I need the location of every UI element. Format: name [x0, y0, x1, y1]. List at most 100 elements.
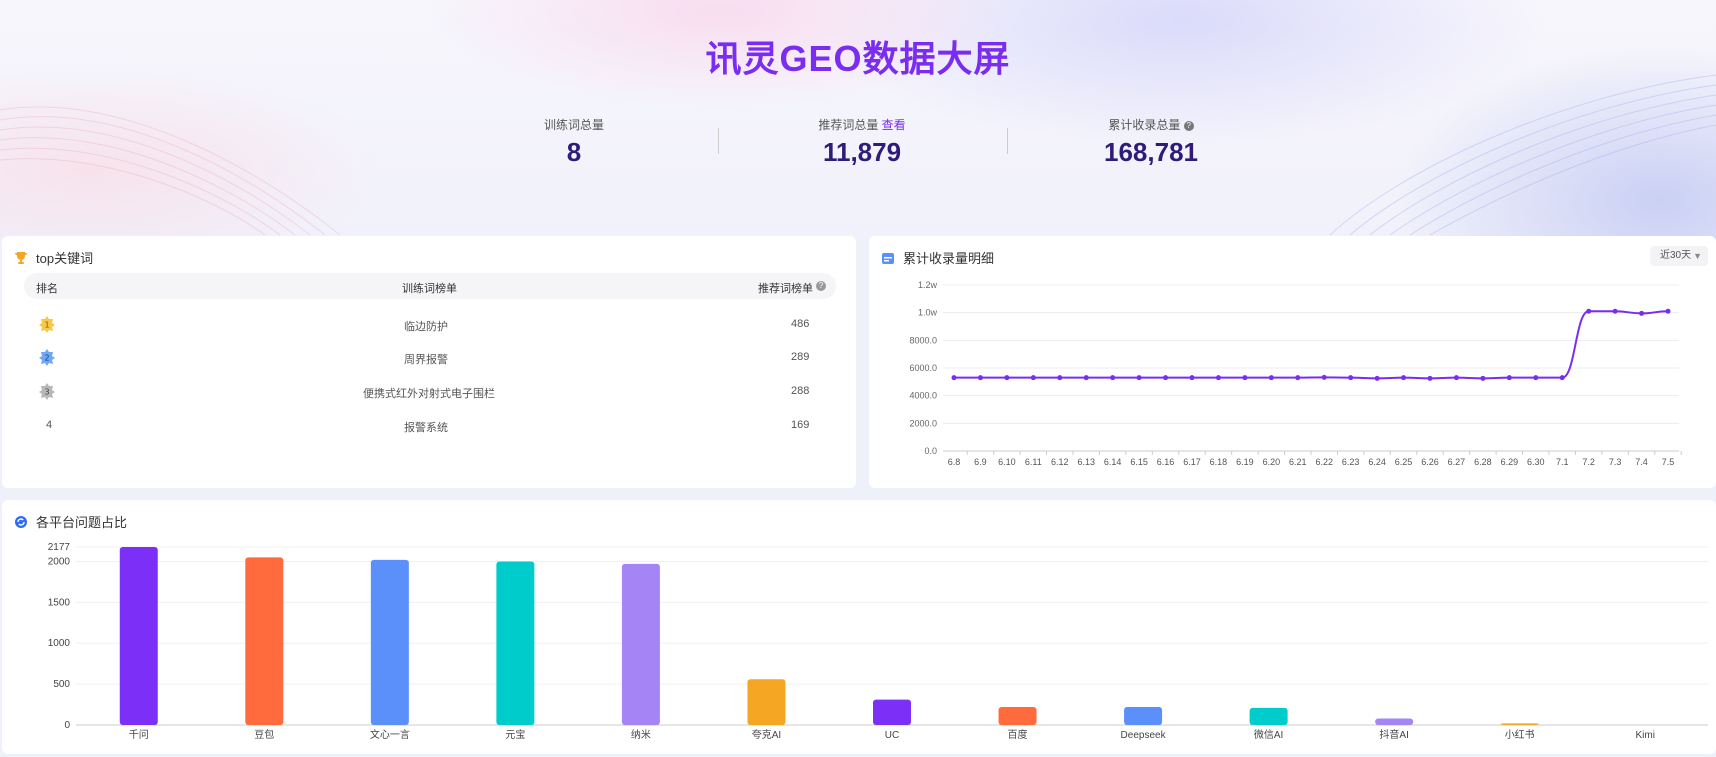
data-point — [1189, 375, 1195, 381]
data-point — [1321, 374, 1327, 380]
x-tick-label: 6.12 — [1051, 457, 1069, 467]
stat-value: 168,781 — [1104, 137, 1198, 167]
stat-divider — [718, 128, 719, 154]
bar — [873, 699, 911, 725]
bronze-medal-icon: 3 — [39, 383, 55, 400]
x-tick-label: 6.13 — [1077, 457, 1095, 467]
keyword: 临边防护 — [404, 321, 448, 333]
line-chart: 0.0 2000.0 4000.0 6000.0 8000.0 1.0w 1.2w 6.8 6.… — [909, 280, 1682, 467]
x-tick-label: 6.23 — [1342, 457, 1360, 467]
bar — [1375, 718, 1414, 725]
silver-medal-icon: 2 — [39, 349, 55, 366]
data-point — [1480, 375, 1486, 381]
x-tick-label: 6.30 — [1527, 457, 1545, 467]
top-keywords-card: top关键词 排名 训练词榜单 推荐词榜单 ? 1 临边防护 486 2 周界报… — [2, 236, 856, 488]
x-tick-label: 6.21 — [1289, 457, 1307, 467]
y-tick-label: 1500 — [48, 597, 71, 608]
col-train: 训练词榜单 — [402, 283, 457, 295]
data-point — [1374, 375, 1380, 381]
help-icon[interactable]: ? — [1183, 120, 1194, 131]
x-tick-label: 6.18 — [1210, 457, 1228, 467]
data-point — [1057, 375, 1063, 381]
data-point — [1030, 375, 1036, 381]
stat-training-words: 训练词总量 8 — [464, 117, 684, 168]
help-icon[interactable]: ? — [816, 281, 826, 291]
hero-banner: 讯灵GEO数据大屏 训练词总量 8 推荐词总量 查看 11,879 累计收录总量… — [0, 0, 1716, 240]
stat-recommend-words: 推荐词总量 查看 11,879 — [752, 117, 972, 168]
stat-label: 累计收录总量 — [1108, 118, 1181, 132]
bar — [496, 561, 535, 725]
y-tick-label: 8000.0 — [909, 335, 937, 345]
trophy-icon — [15, 251, 27, 264]
bar-chart: 0 500 1000 1500 2000 2177 千问 豆包 文心一言 元宝 纳米 夸克AI UC 百度… — [48, 542, 1708, 741]
stat-label: 训练词总量 — [543, 118, 604, 132]
x-tick-label: 7.3 — [1609, 457, 1622, 467]
x-tick-label: 微信AI — [1254, 728, 1283, 741]
view-link[interactable]: 查看 — [882, 118, 906, 132]
x-tick-label: 豆包 — [254, 728, 274, 741]
bar — [747, 679, 786, 725]
table-row: 2 周界报警 289 — [24, 346, 836, 370]
table-row: 4 报警系统 169 — [24, 414, 836, 438]
x-tick-label: 夸克AI — [752, 728, 781, 741]
y-tick-label: 0 — [64, 720, 70, 731]
bar — [1249, 707, 1288, 725]
x-tick-label: 6.24 — [1368, 457, 1386, 467]
data-point — [1083, 375, 1089, 381]
trend-card: 累计收录量明细 近30天 ▼ 0.0 2000.0 4000.0 6000.0 8000… — [869, 236, 1716, 488]
data-point — [1401, 375, 1407, 381]
data-point — [1295, 375, 1301, 381]
data-point — [977, 375, 983, 381]
keyword: 报警系统 — [404, 422, 448, 434]
data-point — [1215, 375, 1221, 381]
gold-medal-icon: 1 — [39, 316, 55, 333]
bar — [1500, 723, 1539, 725]
platform-card: 各平台问题占比 0 500 1000 1500 2000 2177 千问 豆包 文心一言 元宝 纳米… — [2, 500, 1716, 754]
x-tick-label: 6.20 — [1263, 457, 1281, 467]
data-point — [1533, 375, 1539, 381]
x-tick-label: 元宝 — [505, 728, 525, 741]
bar — [119, 547, 158, 725]
data-point — [1453, 375, 1459, 381]
x-tick-label: 6.22 — [1315, 457, 1333, 467]
x-tick-label: 小红书 — [1505, 728, 1535, 741]
keyword-count: 288 — [791, 385, 810, 397]
table-header: 排名 训练词榜单 推荐词榜单 ? — [24, 273, 836, 299]
data-point — [1586, 308, 1592, 314]
card-title: top关键词 — [36, 251, 94, 266]
y-tick-label: 2177 — [48, 542, 71, 553]
y-tick-label: 500 — [53, 679, 70, 690]
keyword: 周界报警 — [404, 354, 448, 366]
x-tick-label: 纳米 — [631, 728, 651, 741]
y-tick-label: 2000.0 — [909, 418, 937, 428]
data-point — [1110, 375, 1116, 381]
bar — [621, 563, 660, 725]
keyword-count: 169 — [791, 419, 810, 431]
bar — [998, 707, 1037, 725]
y-tick-label: 1.2w — [918, 280, 938, 290]
table-row: 1 临边防护 486 — [24, 313, 836, 337]
x-tick-label: 6.16 — [1157, 457, 1175, 467]
x-tick-label: 6.19 — [1236, 457, 1254, 467]
data-point — [1268, 375, 1274, 381]
stat-label: 推荐词总量 — [818, 118, 879, 132]
data-point — [1163, 375, 1169, 381]
x-tick-label: 7.5 — [1662, 457, 1675, 467]
x-tick-label: UC — [885, 730, 899, 741]
x-tick-label: Kimi — [1636, 730, 1655, 741]
bar — [245, 557, 284, 725]
x-tick-label: 6.17 — [1183, 457, 1201, 467]
medal-rank: 3 — [44, 388, 49, 397]
x-tick-label: 6.27 — [1448, 457, 1466, 467]
col-recommend: 推荐词榜单 — [758, 283, 813, 295]
x-tick-label: 抖音AI — [1379, 728, 1408, 741]
x-tick-label: 6.8 — [948, 457, 961, 467]
x-tick-label: 6.11 — [1025, 457, 1042, 467]
data-point — [1559, 375, 1565, 381]
y-tick-label: 2000 — [48, 556, 71, 567]
y-tick-label: 6000.0 — [909, 363, 937, 373]
x-tick-label: 6.26 — [1421, 457, 1439, 467]
stat-divider — [1007, 128, 1008, 154]
data-point — [1506, 375, 1512, 381]
data-point — [1665, 308, 1671, 314]
